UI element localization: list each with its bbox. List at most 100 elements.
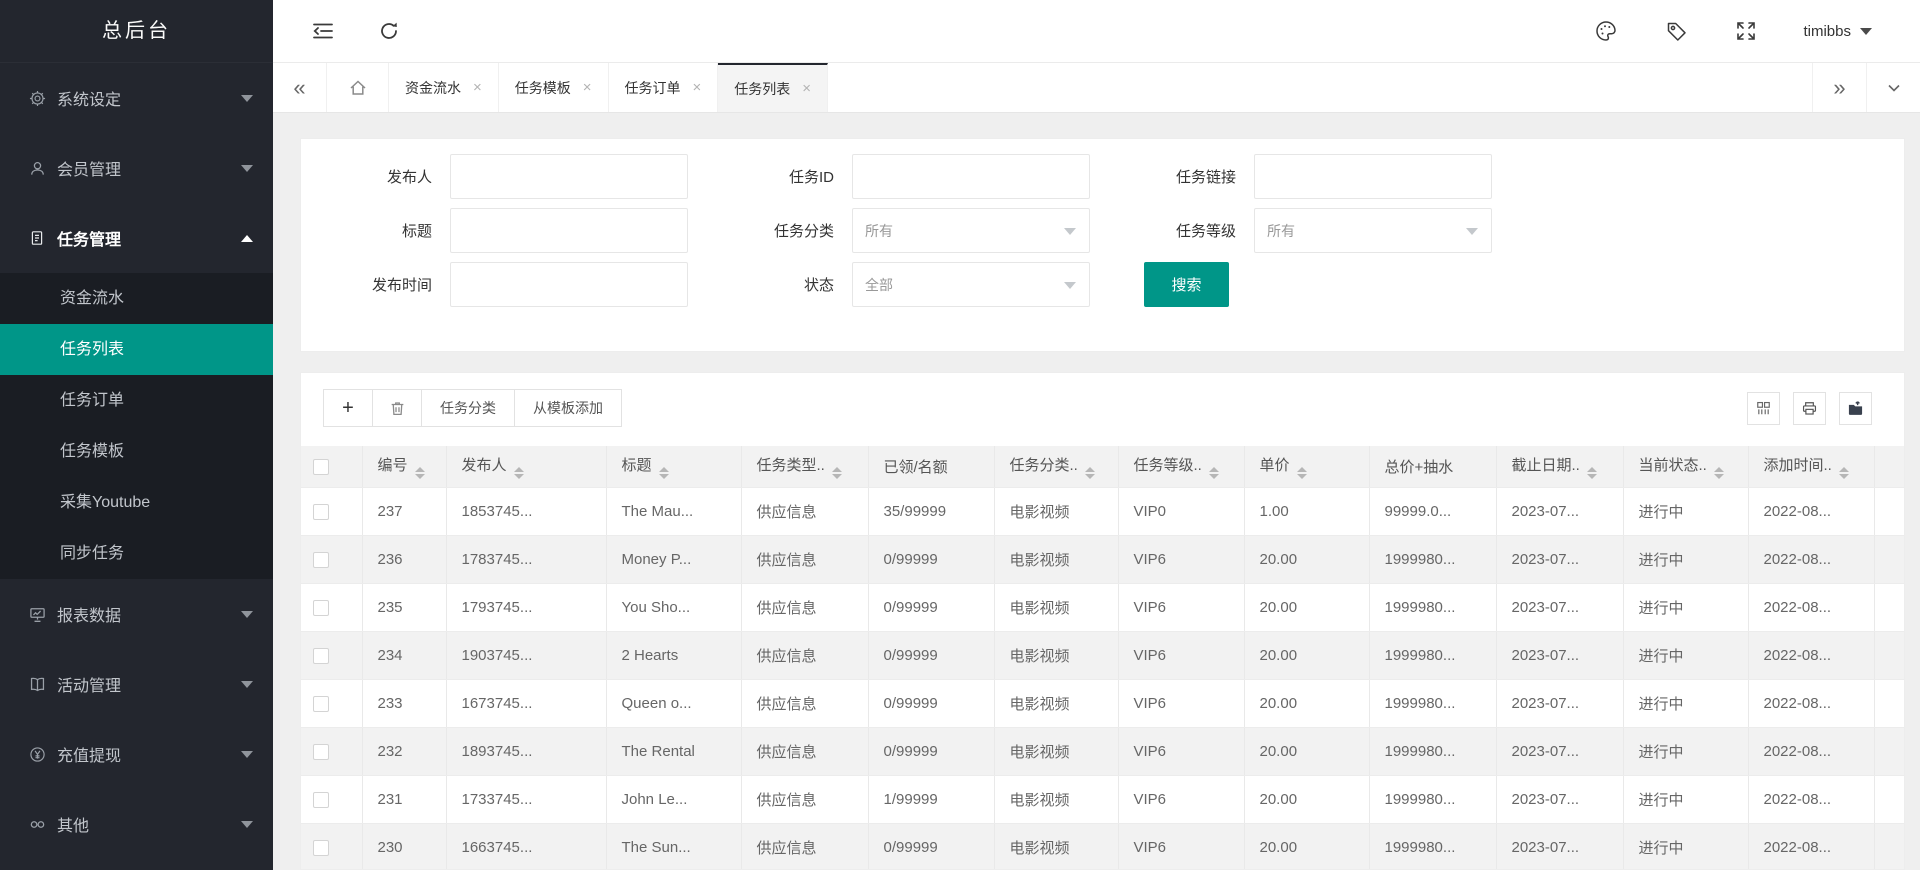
row-checkbox[interactable] <box>313 648 329 664</box>
column-header-5[interactable]: 已领/名额 <box>868 446 994 487</box>
fullscreen-icon[interactable] <box>1733 18 1759 44</box>
sidebar-subitem-3[interactable]: 任务模板 <box>0 426 273 477</box>
row-checkbox[interactable] <box>313 696 329 712</box>
home-tab[interactable] <box>327 63 389 112</box>
sort-icon[interactable] <box>1209 467 1219 479</box>
row-checkbox[interactable] <box>313 504 329 520</box>
text-input-2-0[interactable] <box>463 277 675 293</box>
table-cell: 2023-07... <box>1496 679 1623 727</box>
column-header-8[interactable]: 单价 <box>1244 446 1369 487</box>
add-button[interactable]: + <box>323 389 373 427</box>
column-header-4[interactable]: 任务类型.. <box>741 446 868 487</box>
close-icon[interactable]: × <box>802 80 811 97</box>
sort-icon[interactable] <box>514 467 524 479</box>
gear-icon <box>28 89 46 107</box>
palette-icon[interactable] <box>1593 18 1619 44</box>
table-cell: 进行中 <box>1623 679 1748 727</box>
sidebar-subitem-5[interactable]: 同步任务 <box>0 528 273 579</box>
select-1-1[interactable]: 所有 <box>852 208 1090 253</box>
collapse-menu-icon[interactable] <box>310 18 336 44</box>
sort-icon[interactable] <box>1297 467 1307 479</box>
row-checkbox[interactable] <box>313 744 329 760</box>
sidebar-item-task[interactable]: 任务管理 <box>0 203 273 273</box>
column-header-12[interactable]: 添加时间.. <box>1748 446 1874 487</box>
row-checkbox[interactable] <box>313 552 329 568</box>
column-header-11[interactable]: 当前状态.. <box>1623 446 1748 487</box>
text-input-0-0[interactable] <box>463 169 675 185</box>
export-button[interactable] <box>1839 392 1872 425</box>
table-cell: The Sun... <box>606 823 741 870</box>
sidebar-item-system[interactable]: 系统设定 <box>0 63 273 133</box>
sidebar-subitem-4[interactable]: 采集Youtube <box>0 477 273 528</box>
sort-icon[interactable] <box>1587 467 1597 479</box>
field-label: 任务ID <box>714 166 834 187</box>
close-icon[interactable]: × <box>693 79 702 96</box>
caret-down-icon <box>241 751 253 758</box>
text-input-0-2[interactable] <box>1267 169 1479 185</box>
sidebar-item-other[interactable]: 其他 <box>0 789 273 859</box>
table-cell: 235 <box>362 583 446 631</box>
search-button[interactable]: 搜索 <box>1144 262 1229 307</box>
user-menu[interactable]: timibbs <box>1803 23 1872 40</box>
sidebar-item-label: 活动管理 <box>57 672 121 696</box>
select-2-1[interactable]: 全部 <box>852 262 1090 307</box>
field-label: 任务分类 <box>714 220 834 241</box>
sidebar-subitem-1[interactable]: 任务列表 <box>0 324 273 375</box>
sidebar-subitem-2[interactable]: 任务订单 <box>0 375 273 426</box>
add-from-template-button[interactable]: 从模板添加 <box>514 389 622 427</box>
tag-icon[interactable] <box>1663 18 1689 44</box>
sort-icon[interactable] <box>1839 467 1849 479</box>
table-cell: 电影视频 <box>994 727 1118 775</box>
yen-circle-icon <box>28 745 46 763</box>
tabs-scroll-left-button[interactable]: « <box>273 63 327 112</box>
tab-3[interactable]: 任务列表× <box>718 63 828 112</box>
sidebar-item-member[interactable]: 会员管理 <box>0 133 273 203</box>
column-header-1[interactable]: 编号 <box>362 446 446 487</box>
tab-0[interactable]: 资金流水× <box>389 63 499 112</box>
sort-icon[interactable] <box>415 467 425 479</box>
row-checkbox[interactable] <box>313 840 329 856</box>
row-select-cell <box>301 727 362 775</box>
column-header-10[interactable]: 截止日期.. <box>1496 446 1623 487</box>
sort-icon[interactable] <box>659 467 669 479</box>
column-header-2[interactable]: 发布人 <box>446 446 606 487</box>
tabs-menu-button[interactable] <box>1866 63 1920 112</box>
caret-down-icon <box>1860 28 1872 35</box>
column-header-9[interactable]: 总价+抽水 <box>1369 446 1496 487</box>
print-button[interactable] <box>1793 392 1826 425</box>
close-icon[interactable]: × <box>473 79 482 96</box>
sidebar-item-report[interactable]: 报表数据 <box>0 579 273 649</box>
refresh-icon[interactable] <box>376 18 402 44</box>
column-header-0 <box>301 446 362 487</box>
table-cell: 0/99999 <box>868 823 994 870</box>
tabs-scroll-right-button[interactable]: » <box>1812 63 1866 112</box>
sidebar-subitem-0[interactable]: 资金流水 <box>0 273 273 324</box>
table-cell: 供应信息 <box>741 631 868 679</box>
table-cell: 2022-08... <box>1748 775 1874 823</box>
column-header-7[interactable]: 任务等级.. <box>1118 446 1244 487</box>
text-input-0-1[interactable] <box>865 169 1077 185</box>
sort-icon[interactable] <box>832 467 842 479</box>
select-all-checkbox[interactable] <box>313 459 329 475</box>
task-category-button[interactable]: 任务分类 <box>421 389 515 427</box>
column-header-3[interactable]: 标题 <box>606 446 741 487</box>
sort-icon[interactable] <box>1714 467 1724 479</box>
row-checkbox[interactable] <box>313 792 329 808</box>
column-header-6[interactable]: 任务分类.. <box>994 446 1118 487</box>
sidebar-item-label: 充值提现 <box>57 742 121 766</box>
table-row: 2351793745...You Sho...供应信息0/99999电影视频VI… <box>301 583 1905 631</box>
sort-icon[interactable] <box>1085 467 1095 479</box>
column-label: 编号 <box>378 457 408 474</box>
row-checkbox[interactable] <box>313 600 329 616</box>
sidebar-item-recharge[interactable]: 充值提现 <box>0 719 273 789</box>
table-cell: VIP6 <box>1118 631 1244 679</box>
sidebar-item-activity[interactable]: 活动管理 <box>0 649 273 719</box>
toggle-columns-button[interactable] <box>1747 392 1780 425</box>
close-icon[interactable]: × <box>583 79 592 96</box>
tab-1[interactable]: 任务模板× <box>499 63 609 112</box>
select-1-2[interactable]: 所有 <box>1254 208 1492 253</box>
text-input-1-0[interactable] <box>463 223 675 239</box>
delete-button[interactable] <box>372 389 422 427</box>
tab-2[interactable]: 任务订单× <box>609 63 719 112</box>
table-row: 2321893745...The Rental供应信息0/99999电影视频VI… <box>301 727 1905 775</box>
